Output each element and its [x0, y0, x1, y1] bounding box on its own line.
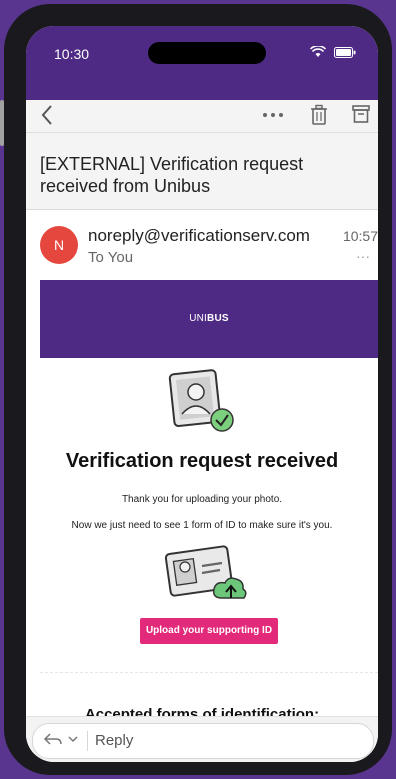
notch: [148, 42, 266, 64]
screen: 10:30 [EXTERNAL] Verification request re…: [26, 26, 378, 762]
recipient-label: To You: [88, 249, 134, 266]
body-line-2: Now we just need to see 1 form of ID to …: [71, 520, 333, 531]
body-line-1: Thank you for uploading your photo.: [121, 494, 283, 505]
avatar[interactable]: N: [40, 226, 78, 264]
content-divider: [40, 672, 378, 673]
reply-label[interactable]: Reply: [95, 732, 133, 749]
more-icon[interactable]: [262, 112, 284, 118]
wifi-icon: [310, 46, 326, 57]
brand-logo-bold: BUS: [207, 313, 229, 324]
sent-time: 10:57: [342, 228, 378, 244]
back-icon[interactable]: [40, 104, 54, 126]
status-time: 10:30: [54, 46, 90, 62]
verification-heading: Verification request received: [65, 450, 339, 472]
photo-verified-illustration: [168, 369, 234, 432]
archive-icon[interactable]: [352, 104, 370, 124]
battery-icon: [334, 46, 356, 58]
sender-row[interactable]: N noreply@verificationserv.com To You 10…: [26, 210, 378, 270]
status-bar: 10:30: [26, 26, 378, 100]
chevron-down-icon[interactable]: [67, 734, 79, 744]
sender-email[interactable]: noreply@verificationserv.com: [88, 226, 310, 246]
email-subject: [EXTERNAL] Verification request received…: [40, 154, 304, 196]
brand-logo-light: UNI: [189, 313, 208, 324]
reply-field[interactable]: Reply: [32, 723, 374, 759]
subject-area: [EXTERNAL] Verification request received…: [26, 133, 378, 210]
phone-frame: 10:30 [EXTERNAL] Verification request re…: [4, 4, 392, 775]
reply-bar: Reply: [26, 716, 378, 762]
sender-more-button[interactable]: ···: [348, 248, 378, 264]
trash-icon[interactable]: [310, 104, 328, 126]
unibus-banner: UNIBUS: [40, 280, 378, 358]
id-upload-illustration: [164, 545, 247, 599]
reply-icon[interactable]: [43, 731, 63, 747]
email-toolbar: [26, 100, 378, 133]
reply-options[interactable]: [43, 731, 79, 747]
reply-separator: [87, 731, 88, 751]
upload-id-button[interactable]: Upload your supporting ID: [140, 618, 278, 644]
status-icons: [310, 46, 356, 58]
